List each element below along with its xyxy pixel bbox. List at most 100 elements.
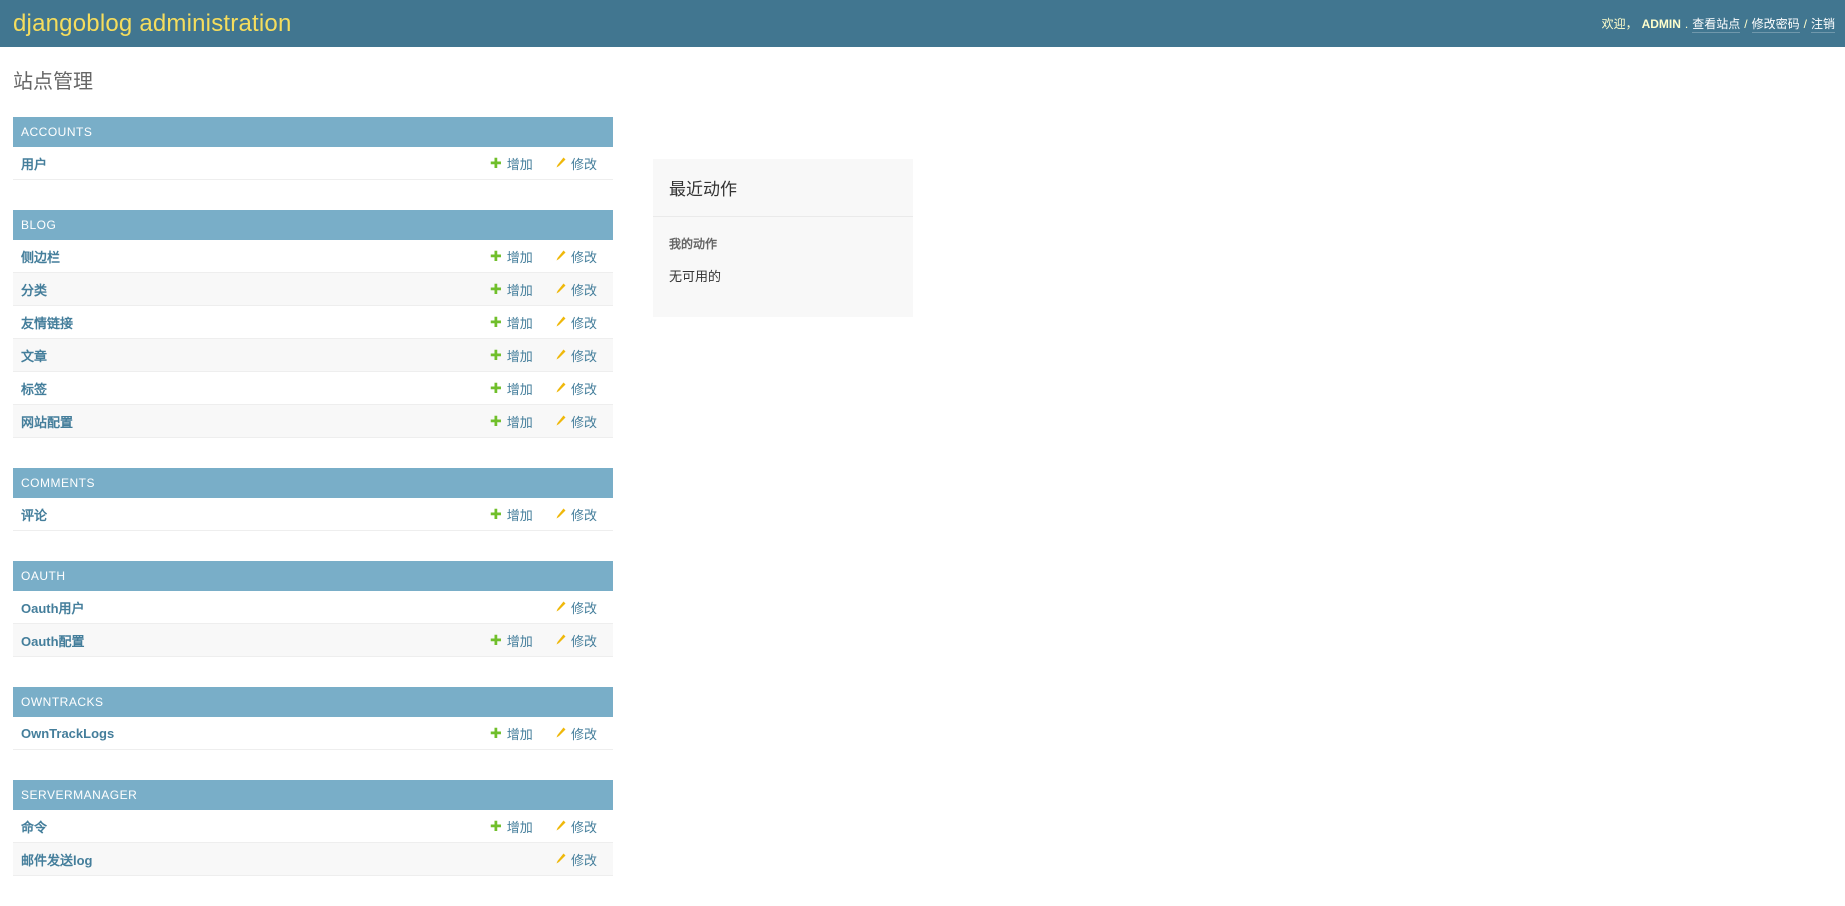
change-button[interactable]: 修改 xyxy=(556,313,598,332)
add-button[interactable]: ✚ 增加 xyxy=(490,154,538,173)
change-button[interactable]: 修改 xyxy=(556,724,598,743)
add-label: 增加 xyxy=(506,381,533,397)
model-link-user[interactable]: 用户 xyxy=(21,154,490,173)
change-button[interactable]: 修改 xyxy=(556,280,598,299)
add-label: 增加 xyxy=(506,726,533,742)
add-button[interactable]: ✚ 增加 xyxy=(490,247,538,266)
add-label: 增加 xyxy=(506,507,533,523)
add-label: 增加 xyxy=(506,249,533,265)
change-button[interactable]: 修改 xyxy=(556,154,598,173)
model-link-oauth-user[interactable]: Oauth用户 xyxy=(21,598,556,617)
change-button[interactable]: 修改 xyxy=(556,505,598,524)
add-button[interactable]: ✚ 增加 xyxy=(490,724,538,743)
change-label: 修改 xyxy=(571,414,598,430)
change-label: 修改 xyxy=(571,507,598,523)
model-row: 评论 ✚ 增加 修改 xyxy=(13,498,613,531)
change-label: 修改 xyxy=(571,726,598,742)
change-label: 修改 xyxy=(571,348,598,364)
model-link-comment[interactable]: 评论 xyxy=(21,505,490,524)
module-caption[interactable]: SERVERMANAGER xyxy=(13,780,613,810)
change-label: 修改 xyxy=(571,852,598,868)
add-label: 增加 xyxy=(506,315,533,331)
pencil-icon xyxy=(556,634,566,645)
add-button[interactable]: ✚ 增加 xyxy=(490,280,538,299)
change-label: 修改 xyxy=(571,600,598,616)
header: djangoblog administration 欢迎， ADMIN. 查看站… xyxy=(0,0,1845,47)
model-link-owntracklogs[interactable]: OwnTrackLogs xyxy=(21,726,490,741)
change-button[interactable]: 修改 xyxy=(556,817,598,836)
add-button[interactable]: ✚ 增加 xyxy=(490,505,538,524)
plus-icon: ✚ xyxy=(490,412,502,429)
change-button[interactable]: 修改 xyxy=(556,412,598,431)
module-caption[interactable]: OAUTH xyxy=(13,561,613,591)
recent-actions-title: 最近动作 xyxy=(653,159,913,217)
recent-actions-panel: 最近动作 我的动作 无可用的 xyxy=(653,159,913,317)
change-button[interactable]: 修改 xyxy=(556,598,598,617)
model-link-site-config[interactable]: 网站配置 xyxy=(21,412,490,431)
username-suffix: . xyxy=(1684,16,1689,31)
change-label: 修改 xyxy=(571,315,598,331)
add-label: 增加 xyxy=(506,819,533,835)
plus-icon: ✚ xyxy=(490,505,502,522)
plus-icon: ✚ xyxy=(490,280,502,297)
pencil-icon xyxy=(556,382,566,393)
pencil-icon xyxy=(556,349,566,360)
model-link-links[interactable]: 友情链接 xyxy=(21,313,490,332)
change-button[interactable]: 修改 xyxy=(556,346,598,365)
model-link-email-log[interactable]: 邮件发送log xyxy=(21,850,556,869)
change-label: 修改 xyxy=(571,282,598,298)
module-servermanager: SERVERMANAGER 命令 ✚ 增加 修改 邮件发送log 修改 xyxy=(13,780,613,876)
plus-icon: ✚ xyxy=(490,724,502,741)
change-password-link[interactable]: 修改密码 xyxy=(1751,15,1800,33)
model-row: 邮件发送log 修改 xyxy=(13,843,613,876)
add-button[interactable]: ✚ 增加 xyxy=(490,412,538,431)
module-comments: COMMENTS 评论 ✚ 增加 修改 xyxy=(13,468,613,531)
module-caption[interactable]: ACCOUNTS xyxy=(13,117,613,147)
module-oauth: OAUTH Oauth用户 修改 Oauth配置 ✚ 增加 修改 xyxy=(13,561,613,657)
model-link-category[interactable]: 分类 xyxy=(21,280,490,299)
add-label: 增加 xyxy=(506,633,533,649)
plus-icon: ✚ xyxy=(490,817,502,834)
model-link-tag[interactable]: 标签 xyxy=(21,379,490,398)
add-button[interactable]: ✚ 增加 xyxy=(490,313,538,332)
app-list: ACCOUNTS 用户 ✚增加 修改 BLOG 侧边栏 ✚增加 修改 分类 xyxy=(13,117,613,906)
site-branding[interactable]: djangoblog administration xyxy=(13,10,292,38)
plus-icon: ✚ xyxy=(490,154,502,171)
change-label: 修改 xyxy=(571,819,598,835)
plus-icon: ✚ xyxy=(490,346,502,363)
pencil-icon xyxy=(556,283,566,294)
logout-link[interactable]: 注销 xyxy=(1810,15,1835,33)
pencil-icon xyxy=(556,157,566,168)
page-title: 站点管理 xyxy=(13,71,93,93)
plus-icon: ✚ xyxy=(490,247,502,264)
change-button[interactable]: 修改 xyxy=(556,631,598,650)
module-caption[interactable]: OWNTRACKS xyxy=(13,687,613,717)
model-row: 文章 ✚ 增加 修改 xyxy=(13,339,613,372)
change-button[interactable]: 修改 xyxy=(556,247,598,266)
add-button[interactable]: ✚ 增加 xyxy=(490,631,538,650)
module-caption[interactable]: BLOG xyxy=(13,210,613,240)
view-site-link[interactable]: 查看站点 xyxy=(1692,15,1741,33)
model-row: 命令 ✚ 增加 修改 xyxy=(13,810,613,843)
model-row: 用户 ✚ 增加 修改 xyxy=(13,147,613,180)
change-label: 修改 xyxy=(571,249,598,265)
model-link-sidebar[interactable]: 侧边栏 xyxy=(21,247,490,266)
model-link-article[interactable]: 文章 xyxy=(21,346,490,365)
add-label: 增加 xyxy=(506,348,533,364)
model-link-oauth-config[interactable]: Oauth配置 xyxy=(21,631,490,650)
add-label: 增加 xyxy=(506,414,533,430)
pencil-icon xyxy=(556,316,566,327)
pencil-icon xyxy=(556,820,566,831)
model-row: OwnTrackLogs ✚ 增加 修改 xyxy=(13,717,613,750)
pencil-icon xyxy=(556,853,566,864)
add-label: 增加 xyxy=(506,282,533,298)
add-button[interactable]: ✚ 增加 xyxy=(490,379,538,398)
model-link-command[interactable]: 命令 xyxy=(21,817,490,836)
module-caption[interactable]: COMMENTS xyxy=(13,468,613,498)
welcome-text: 欢迎， xyxy=(1601,17,1638,31)
change-button[interactable]: 修改 xyxy=(556,379,598,398)
add-button[interactable]: ✚ 增加 xyxy=(490,817,538,836)
model-row: 侧边栏 ✚ 增加 修改 xyxy=(13,240,613,273)
add-button[interactable]: ✚ 增加 xyxy=(490,346,538,365)
change-button[interactable]: 修改 xyxy=(556,850,598,869)
